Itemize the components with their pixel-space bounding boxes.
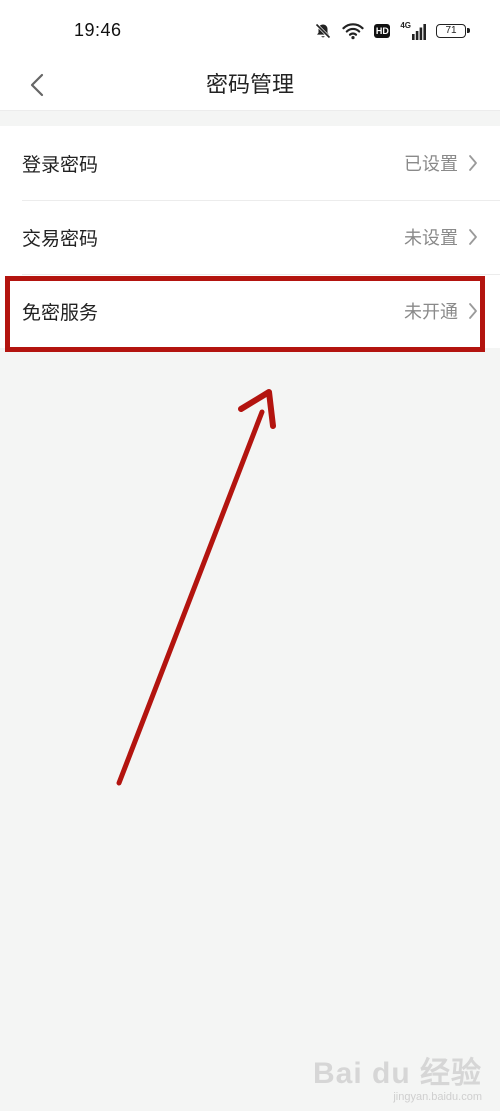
chevron-right-icon [469, 229, 477, 245]
hd-icon: HD [374, 24, 391, 38]
page-title: 密码管理 [205, 73, 294, 98]
chevron-right-icon [469, 155, 477, 171]
signal-4g-icon: 4G [400, 22, 426, 40]
status-bar: 19:46 HD 4G 71 [0, 0, 500, 60]
network-label: 4G [400, 21, 411, 30]
list-item-login-password[interactable]: 登录密码 已设置 [0, 126, 500, 200]
battery-icon: 71 [436, 24, 470, 38]
list-item-label: 登录密码 [22, 153, 99, 176]
list-item-value: 未设置 [404, 228, 458, 249]
list-item-value: 已设置 [404, 154, 458, 175]
list-item-password-free-service[interactable]: 免密服务 未开通 [0, 274, 500, 348]
wifi-icon [342, 22, 364, 40]
list-item-value: 未开通 [404, 302, 458, 323]
chevron-right-icon [469, 303, 477, 319]
nav-bar: 密码管理 [0, 60, 500, 111]
list-item-trade-password[interactable]: 交易密码 未设置 [0, 200, 500, 274]
watermark-logo: Bai du 经验 [312, 1057, 482, 1090]
status-time: 19:46 [74, 20, 122, 40]
battery-level: 71 [445, 25, 457, 36]
password-settings-list: 登录密码 已设置 交易密码 未设置 免密服务 未开通 [0, 126, 500, 348]
status-icons: HD 4G 71 [314, 20, 470, 42]
list-item-label: 交易密码 [22, 227, 99, 250]
watermark: Bai du 经验 jingyan.baidu.com [312, 1057, 482, 1104]
list-item-label: 免密服务 [22, 301, 99, 324]
watermark-url: jingyan.baidu.com [393, 1091, 482, 1103]
bell-muted-icon [314, 22, 332, 40]
